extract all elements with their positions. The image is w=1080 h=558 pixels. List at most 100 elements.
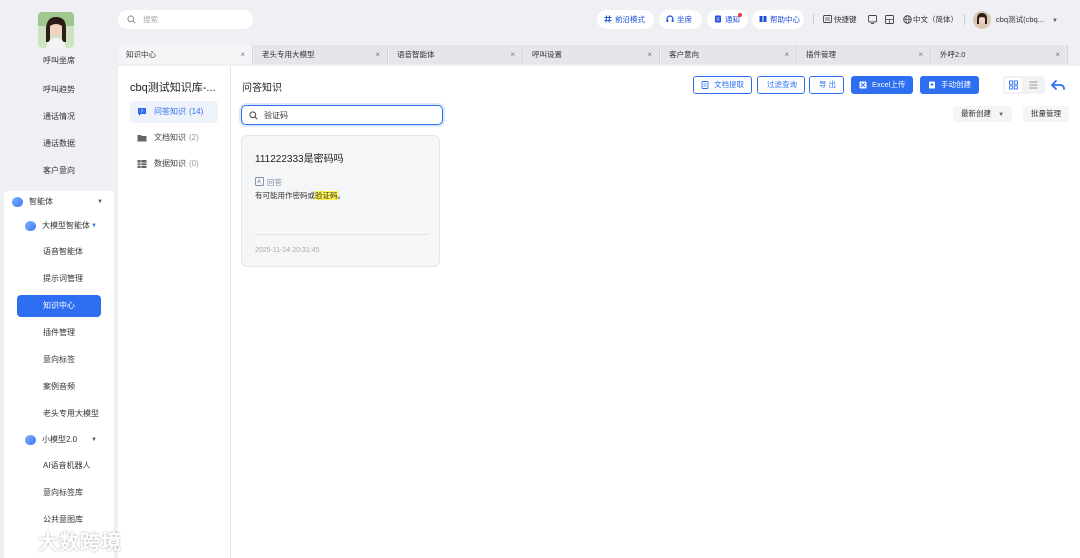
filter-query-button[interactable]: 过滤查询 (757, 76, 805, 94)
hash-icon (604, 15, 612, 23)
tab-voice-agent[interactable]: 语音智能体 × (389, 45, 523, 64)
answer-text: 有可能用作密码或 (255, 191, 315, 200)
tab-old-man-llm[interactable]: 老头专用大模型 × (254, 45, 388, 64)
user-menu[interactable]: cbq测试(cbq... ▼ (973, 10, 1058, 29)
close-icon[interactable]: × (784, 45, 789, 64)
sidebar-item-intent-tag-library[interactable]: 意向标签库 (0, 482, 117, 504)
search-icon (127, 15, 136, 24)
layout-icon[interactable] (885, 15, 894, 24)
screen-icon[interactable] (868, 15, 877, 24)
close-icon[interactable]: × (375, 45, 380, 64)
tab-knowledge-center[interactable]: 知识中心 × (118, 45, 253, 64)
kb-item-count: (2) (189, 133, 199, 142)
file-add-icon (929, 81, 935, 89)
answer-icon (255, 177, 264, 186)
language-selector[interactable]: 中文（简体） (903, 10, 958, 29)
tab-label: 插件管理 (806, 50, 836, 59)
chevron-down-icon: ▼ (998, 112, 1005, 118)
close-icon[interactable]: × (510, 45, 515, 64)
answer-label-text: 回答 (267, 178, 282, 187)
sidebar-item-plugin-management[interactable]: 插件管理 (0, 322, 117, 344)
chevron-down-icon: ▼ (91, 223, 97, 229)
help-center-label: 帮助中心 (770, 15, 800, 24)
globe-icon (903, 15, 912, 24)
frontier-mode-button[interactable]: 前沿模式 (597, 10, 654, 29)
sidebar: 呼叫坐席 呼叫趋势 通话情况 通话数据 客户意向 智能体 ▼ 大模型智能体 ▼ … (0, 0, 117, 558)
excel-upload-button[interactable]: Excel上传 (851, 76, 914, 94)
list-view-icon[interactable] (1025, 78, 1042, 92)
sidebar-group-small-model[interactable]: 小模型2.0 ▼ (0, 429, 117, 451)
sidebar-item-call-trend[interactable]: 呼叫趋势 (0, 79, 117, 101)
keyboard-icon (823, 15, 832, 23)
sidebar-item-call-data[interactable]: 通话数据 (0, 133, 117, 155)
qa-knowledge-main: 问答知识 文档提取 过滤查询 导 出 Excel上传 手动创建 验证码 最新创建… (231, 66, 1080, 558)
sidebar-group-label: 大模型智能体 (42, 221, 90, 230)
kb-item-document-knowledge[interactable]: 文档知识 (2) (130, 127, 218, 149)
sidebar-item-voice-agent[interactable]: 语音智能体 (0, 241, 117, 263)
sidebar-item-call-status[interactable]: 通话情况 (0, 106, 117, 128)
kb-item-label: 文档知识 (154, 133, 186, 142)
batch-manage-button[interactable]: 批量管理 (1023, 106, 1069, 122)
frontier-mode-label: 前沿模式 (615, 15, 645, 24)
search-placeholder: 搜索 (143, 15, 158, 24)
answer-label: 回答 (255, 177, 282, 188)
close-icon[interactable]: × (918, 45, 923, 64)
sidebar-item-customer-intent[interactable]: 客户意向 (0, 160, 117, 182)
sidebar-group-llm-agent[interactable]: 大模型智能体 ▼ (0, 215, 117, 237)
qa-icon: ? (138, 108, 146, 116)
avatar[interactable] (38, 12, 74, 48)
close-icon[interactable]: × (1055, 45, 1060, 64)
tab-label: 知识中心 (126, 50, 156, 59)
qa-search-input[interactable]: 验证码 (241, 105, 443, 125)
kb-item-count: (14) (189, 107, 204, 116)
tab-label: 外呼2.0 (940, 50, 966, 59)
sort-label: 最新创建 (961, 109, 991, 118)
qa-question: 111222333是密码吗 (255, 154, 344, 165)
sidebar-item-ai-voice-robot[interactable]: AI语音机器人 (0, 455, 117, 477)
qa-card[interactable]: 111222333是密码吗 回答 有可能用作密码或验证码。 2025-11-24… (241, 135, 440, 267)
sidebar-item-prompt-management[interactable]: 提示词管理 (0, 268, 117, 290)
brand-watermark: 大数跨境 (10, 526, 122, 554)
button-label: 过滤查询 (767, 80, 797, 89)
tab-label: 语音智能体 (397, 50, 435, 59)
tab-plugin-management[interactable]: 插件管理 × (798, 45, 931, 64)
close-icon[interactable]: × (647, 45, 652, 64)
kb-item-data-knowledge[interactable]: 数据知识 (0) (130, 153, 218, 175)
chevron-down-icon: ▼ (97, 199, 103, 205)
manual-create-button[interactable]: 手动创建 (920, 76, 979, 94)
sidebar-item-call-seat[interactable]: 呼叫坐席 (0, 54, 117, 68)
help-center-button[interactable]: 帮助中心 (752, 10, 804, 29)
search-icon (249, 111, 258, 120)
tab-outbound-2[interactable]: 外呼2.0 × (932, 45, 1068, 64)
knowledge-base-title: cbq测试知识库-... (130, 82, 216, 94)
kb-item-qa-knowledge[interactable]: ? 问答知识 (14) (130, 101, 218, 123)
sidebar-item-old-man-llm[interactable]: 老头专用大模型 (0, 403, 117, 425)
export-button[interactable]: 导 出 (809, 76, 845, 94)
close-icon[interactable]: × (240, 45, 245, 64)
qa-answer: 有可能用作密码或验证码。 (255, 190, 345, 201)
brand-logo-icon (10, 536, 34, 552)
kb-item-label: 数据知识 (154, 159, 186, 168)
sort-dropdown[interactable]: 最新创建 ▼ (953, 106, 1013, 122)
notification-dot (738, 13, 742, 17)
tab-call-settings[interactable]: 呼叫设置 × (524, 45, 660, 64)
book-icon (759, 16, 767, 22)
shortcut-button[interactable]: 快捷键 (823, 10, 857, 29)
tab-label: 呼叫设置 (532, 50, 562, 59)
chevron-down-icon: ▼ (1052, 18, 1058, 24)
global-search-input[interactable]: 搜索 (118, 10, 253, 29)
user-avatar-icon (973, 11, 991, 29)
tab-customer-intent[interactable]: 客户意向 × (661, 45, 797, 64)
doc-extract-button[interactable]: 文档提取 (693, 76, 752, 94)
seat-button[interactable]: 坐席 (659, 10, 702, 29)
sidebar-item-case-audio[interactable]: 案例音频 (0, 376, 117, 398)
back-icon[interactable] (1049, 76, 1067, 94)
sidebar-group-agent[interactable]: 智能体 ▼ (0, 191, 117, 213)
sidebar-item-knowledge-center[interactable]: 知识中心 (17, 295, 101, 317)
grid-view-icon[interactable] (1005, 78, 1022, 92)
notify-button[interactable]: 通知 (707, 10, 748, 29)
sidebar-group-label: 小模型2.0 (42, 435, 78, 444)
sidebar-item-intent-tags[interactable]: 意向标签 (0, 349, 117, 371)
robot-icon (25, 221, 36, 231)
tab-label: 客户意向 (669, 50, 699, 59)
